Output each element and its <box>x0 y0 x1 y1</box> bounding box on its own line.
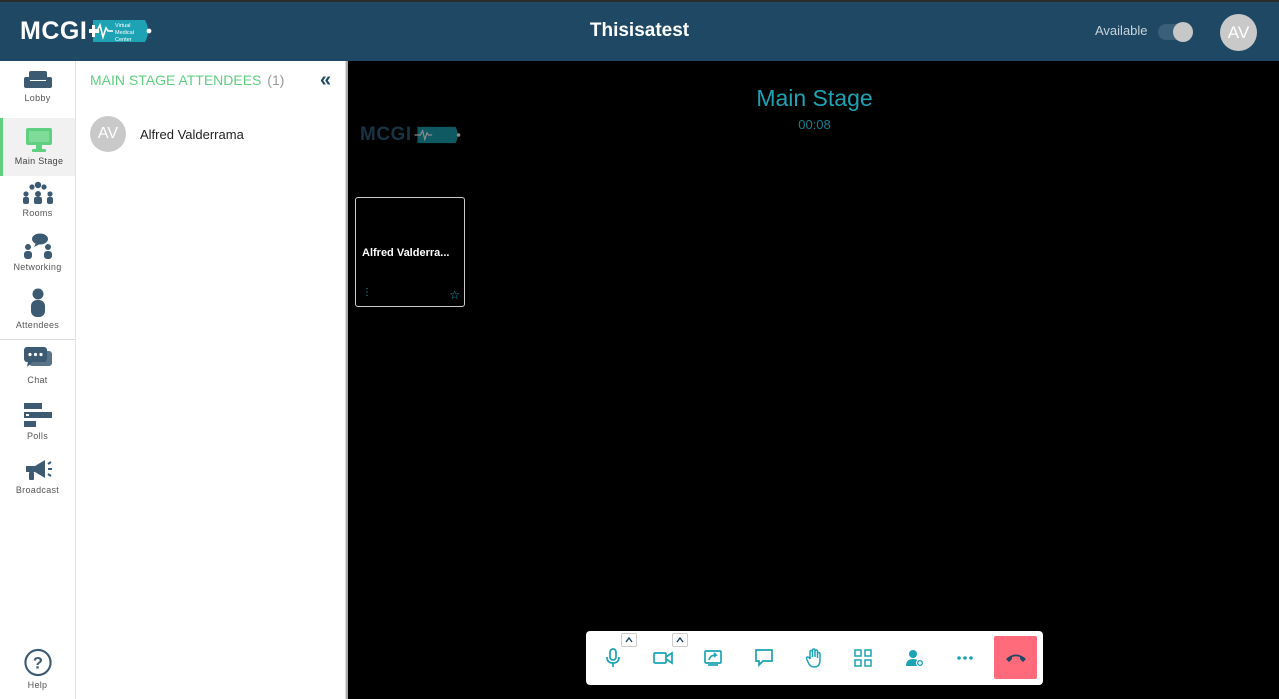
rooms-icon <box>22 181 53 204</box>
page-title: Thisisatest <box>589 20 690 41</box>
couch-icon <box>23 71 52 88</box>
availability-toggle[interactable] <box>1158 22 1193 42</box>
person-icon <box>30 288 45 317</box>
polls-icon <box>23 403 52 427</box>
chat-bubble-icon <box>755 649 773 667</box>
megaphone-icon <box>25 460 52 480</box>
nav-item-broadcast[interactable]: Broadcast <box>0 458 75 496</box>
nav-item-help[interactable]: ? Help <box>0 648 75 690</box>
stage-logo-badge-icon <box>414 126 460 144</box>
panel-title-text: MAIN STAGE ATTENDEES <box>90 72 262 88</box>
attendee-name: Alfred Valderrama <box>140 126 244 142</box>
availability-label: Available <box>1095 23 1148 38</box>
add-person-button[interactable] <box>900 643 930 673</box>
nav-label-broadcast: Broadcast <box>15 485 60 495</box>
avatar: AV <box>90 116 126 152</box>
stage-timer: 00:08 <box>798 117 831 132</box>
networking-icon <box>23 233 52 259</box>
attendee-count: (1) <box>267 72 285 88</box>
nav-item-lobby[interactable]: Lobby <box>0 70 75 118</box>
nav-item-attendees[interactable]: Attendees <box>0 288 75 334</box>
nav-label-help: Help <box>27 680 48 690</box>
sidebar-nav: Lobby Main Stage Rooms Networking Attend… <box>0 61 76 699</box>
nav-item-polls[interactable]: Polls <box>0 402 75 442</box>
raise-hand-button[interactable] <box>799 643 829 673</box>
nav-label-attendees: Attendees <box>15 320 60 330</box>
stage-title: Main Stage <box>756 85 873 111</box>
tile-options-icon[interactable]: ⋮ <box>362 287 372 298</box>
more-options-button[interactable] <box>950 643 980 673</box>
panel-title: MAIN STAGE ATTENDEES (1) <box>90 72 284 88</box>
tile-participant-name: Alfred Valderra... <box>362 247 450 259</box>
top-header: MCGI Virtual Medical Center Thisisatest … <box>0 0 1279 61</box>
share-screen-icon <box>704 650 722 666</box>
nav-label-lobby: Lobby <box>24 93 51 103</box>
share-screen-button[interactable] <box>698 643 728 673</box>
hangup-button[interactable] <box>994 636 1037 679</box>
grid-view-button[interactable] <box>848 643 878 673</box>
monitor-icon <box>26 128 52 152</box>
help-icon: ? <box>23 648 52 677</box>
call-toolbar <box>586 631 1043 685</box>
stage-logo: MCGI <box>360 124 464 146</box>
nav-label-polls: Polls <box>26 431 48 441</box>
microphone-button[interactable] <box>598 643 628 673</box>
nav-divider <box>0 339 75 340</box>
chat-icon <box>23 347 52 367</box>
user-avatar[interactable]: AV <box>1220 14 1257 51</box>
hangup-icon <box>1005 654 1026 662</box>
collapse-panel-button[interactable]: « <box>320 69 331 92</box>
microphone-icon <box>606 648 620 667</box>
grid-view-icon <box>854 649 872 667</box>
add-person-icon <box>906 650 924 667</box>
video-tile[interactable]: Alfred Valderra... ⋮ ☆ <box>355 197 465 307</box>
nav-item-chat[interactable]: Chat <box>0 346 75 386</box>
star-icon[interactable]: ☆ <box>449 288 460 302</box>
nav-label-rooms: Rooms <box>22 208 53 218</box>
nav-item-networking[interactable]: Networking <box>0 233 75 275</box>
nav-label-networking: Networking <box>13 262 62 272</box>
nav-label-chat: Chat <box>27 375 48 385</box>
camera-button[interactable] <box>648 643 678 673</box>
more-icon <box>957 656 973 660</box>
nav-item-main-stage[interactable]: Main Stage <box>0 118 75 176</box>
main-stage-area: Main Stage 00:08 MCGI Alfred Valderra...… <box>346 61 1279 699</box>
nav-item-rooms[interactable]: Rooms <box>0 181 75 221</box>
nav-label-main-stage: Main Stage <box>14 156 64 166</box>
attendees-panel: MAIN STAGE ATTENDEES (1) « AV Alfred Val… <box>76 61 346 699</box>
chat-toggle-button[interactable] <box>749 643 779 673</box>
camera-icon <box>653 651 673 665</box>
raise-hand-icon <box>805 648 821 668</box>
attendee-list-item[interactable]: AV Alfred Valderrama <box>90 116 244 152</box>
toggle-knob <box>1173 22 1193 42</box>
stage-logo-text: MCGI <box>360 124 412 145</box>
svg-text:?: ? <box>32 654 42 672</box>
